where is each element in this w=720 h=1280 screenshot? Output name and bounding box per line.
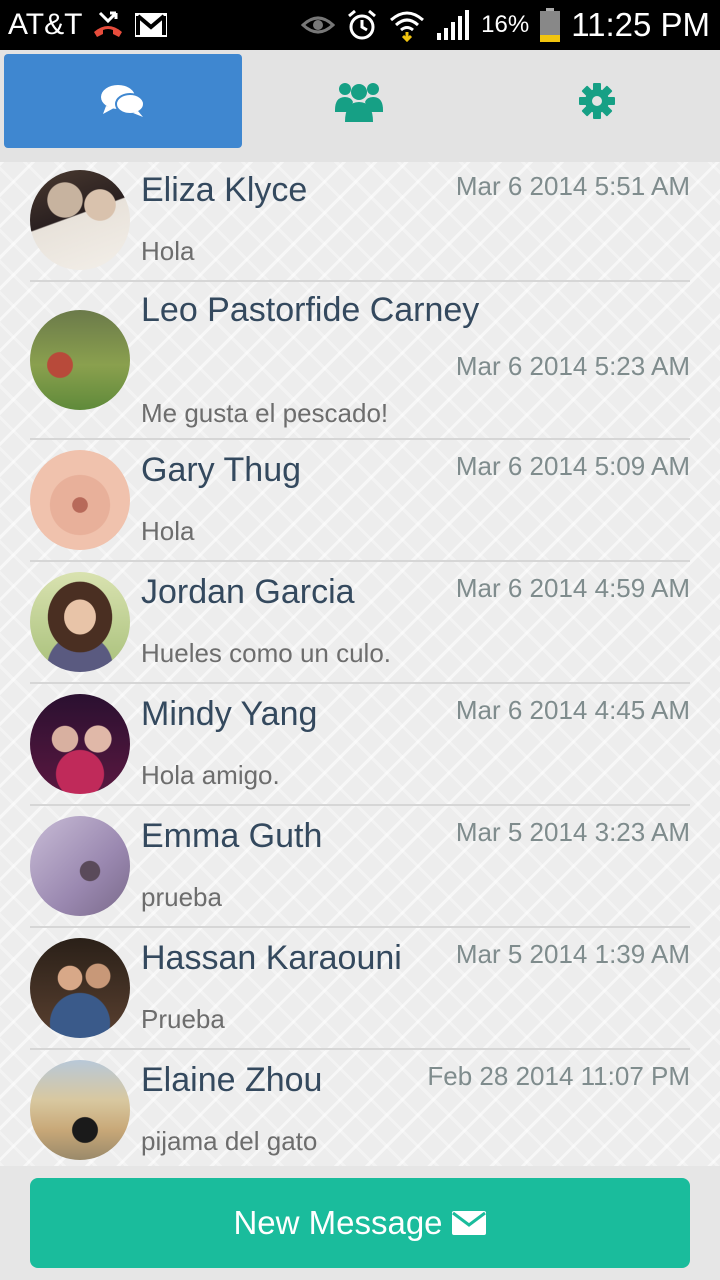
- message-time: Mar 6 2014 5:23 AM: [455, 351, 690, 381]
- message-preview: Hola amigo.: [141, 760, 280, 790]
- contact-name: Elaine Zhou: [141, 1061, 323, 1099]
- conversation-row[interactable]: Leo Pastorfide Carney Mar 6 2014 5:23 AM…: [30, 282, 690, 440]
- avatar: [30, 938, 130, 1038]
- avatar: [30, 450, 130, 550]
- message-time: Mar 6 2014 4:45 AM: [455, 695, 690, 725]
- conversation-row[interactable]: Jordan Garcia Mar 6 2014 4:59 AM Hueles …: [30, 562, 690, 684]
- gmail-icon: [134, 12, 168, 38]
- message-preview: Hola: [141, 516, 195, 546]
- avatar: [30, 310, 130, 410]
- tab-messages[interactable]: [4, 54, 242, 148]
- signal-icon: [435, 9, 471, 41]
- contact-name: Jordan Garcia: [141, 573, 355, 611]
- avatar: [30, 572, 130, 672]
- tab-contacts[interactable]: [240, 54, 478, 148]
- message-preview: Me gusta el pescado!: [141, 398, 389, 428]
- status-bar: AT&T 16% 11:25 PM: [0, 0, 720, 50]
- contact-name: Eliza Klyce: [141, 171, 308, 209]
- new-message-button[interactable]: New Message: [30, 1178, 690, 1268]
- message-preview: Hola: [141, 236, 195, 266]
- conversation-row[interactable]: Gary Thug Mar 6 2014 5:09 AM Hola: [30, 440, 690, 562]
- conversation-row[interactable]: Mindy Yang Mar 6 2014 4:45 AM Hola amigo…: [30, 684, 690, 806]
- message-time: Mar 5 2014 3:23 AM: [455, 817, 690, 847]
- message-time: Mar 6 2014 4:59 AM: [455, 573, 690, 603]
- message-preview: Prueba: [141, 1004, 225, 1034]
- eye-icon: [301, 13, 336, 37]
- gear-icon: [578, 82, 616, 120]
- contact-name: Gary Thug: [141, 451, 302, 489]
- avatar: [30, 694, 130, 794]
- contact-name: Hassan Karaouni: [141, 939, 402, 977]
- message-preview: pijama del gato: [141, 1126, 318, 1156]
- contact-name: Mindy Yang: [141, 695, 318, 733]
- missed-call-icon: [90, 10, 126, 40]
- bottom-bar: New Message: [0, 1166, 720, 1280]
- tab-bar: [0, 50, 720, 162]
- message-time: Mar 6 2014 5:51 AM: [455, 171, 690, 201]
- message-time: Mar 6 2014 5:09 AM: [455, 451, 690, 481]
- conversation-row[interactable]: Elaine Zhou Feb 28 2014 11:07 PM pijama …: [30, 1050, 690, 1166]
- new-message-label: New Message: [233, 1204, 443, 1241]
- contact-name: Emma Guth: [141, 817, 323, 855]
- envelope-icon: [451, 1209, 487, 1237]
- wifi-icon: [389, 8, 425, 42]
- message-time: Feb 28 2014 11:07 PM: [427, 1061, 690, 1091]
- conversation-row[interactable]: Emma Guth Mar 5 2014 3:23 AM prueba: [30, 806, 690, 928]
- chat-bubbles-icon: [100, 84, 146, 118]
- message-preview: prueba: [141, 882, 222, 912]
- message-time: Mar 5 2014 1:39 AM: [455, 939, 690, 969]
- conversation-row[interactable]: Eliza Klyce Mar 6 2014 5:51 AM Hola: [30, 162, 690, 282]
- avatar: [30, 816, 130, 916]
- tab-settings[interactable]: [478, 54, 716, 148]
- battery-percent: 16%: [481, 11, 530, 38]
- contact-name: Leo Pastorfide Carney: [141, 291, 480, 329]
- avatar: [30, 170, 130, 270]
- conversation-list[interactable]: Eliza Klyce Mar 6 2014 5:51 AM Hola Leo …: [0, 162, 720, 1166]
- carrier-label: AT&T: [8, 8, 83, 41]
- battery-icon: [539, 7, 561, 43]
- alarm-icon: [345, 8, 379, 42]
- avatar: [30, 1060, 130, 1160]
- clock: 11:25 PM: [571, 6, 710, 43]
- group-icon: [335, 80, 383, 122]
- message-preview: Hueles como un culo.: [141, 638, 392, 668]
- conversation-row[interactable]: Hassan Karaouni Mar 5 2014 1:39 AM Prueb…: [30, 928, 690, 1050]
